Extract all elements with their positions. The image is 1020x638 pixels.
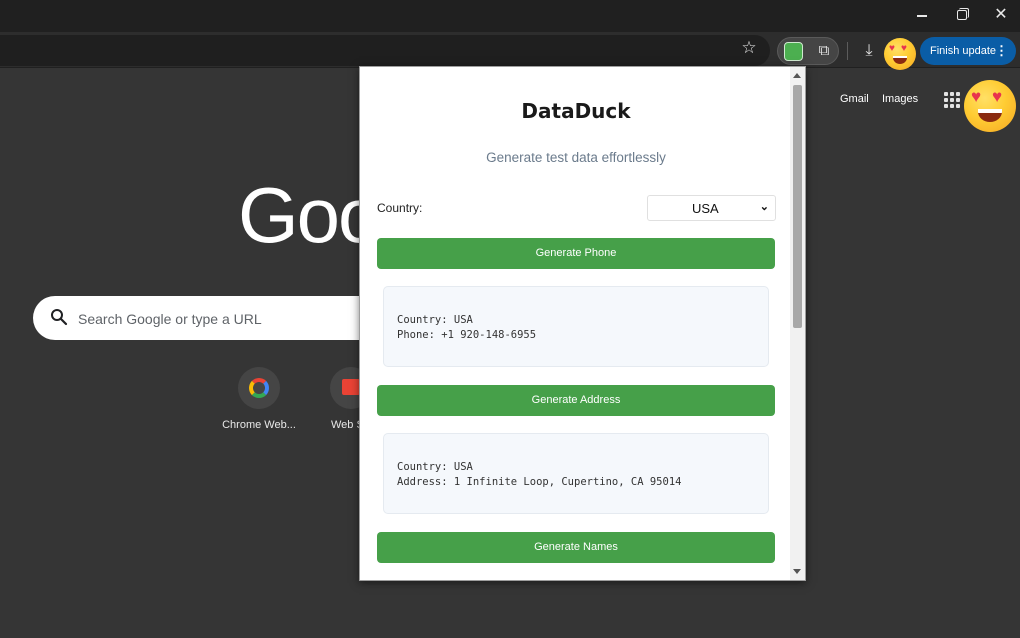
result-line: Address: 1 Infinite Loop, Cupertino, CA … (397, 476, 682, 488)
chevron-down-icon: ⌄ (759, 201, 769, 213)
images-link[interactable]: Images (882, 93, 918, 105)
search-icon (51, 309, 68, 326)
google-search-box[interactable]: Search Google or type a URL (33, 296, 413, 340)
popup-scrollbar[interactable] (790, 67, 805, 580)
result-line: Phone: +1 920-148-6955 (397, 329, 537, 341)
title-bar: ✕ (0, 0, 1020, 32)
bookmark-star-icon[interactable]: ☆ (738, 37, 760, 59)
account-avatar[interactable]: ♥ ♥ (964, 80, 1016, 132)
browser-toolbar: ☆ ⧉ ⤓ Finish update ⋮ (0, 32, 1020, 68)
kebab-menu-icon: ⋮ (995, 43, 1008, 58)
close-window-button[interactable]: ✕ (989, 4, 1013, 26)
heart-eye-icon: ♥ (971, 87, 982, 106)
scroll-thumb[interactable] (793, 85, 802, 328)
minimize-icon (917, 15, 927, 17)
finish-update-button[interactable]: Finish update ⋮ (920, 37, 1016, 65)
country-label: Country: (377, 201, 423, 215)
scroll-down-arrow-icon[interactable] (793, 569, 801, 574)
phone-result-box: Country: USA Phone: +1 920-148-6955 (383, 286, 769, 367)
generate-names-button[interactable]: Generate Names (377, 532, 775, 563)
shortcut-tile[interactable]: Chrome Web... (214, 367, 304, 431)
dataduck-popup: DataDuck Generate test data effortlessly… (359, 66, 806, 581)
search-placeholder: Search Google or type a URL (78, 311, 262, 327)
address-bar[interactable] (0, 35, 770, 66)
heart-eye-icon: ♥ (901, 43, 907, 54)
close-icon: ✕ (994, 6, 1008, 23)
country-select[interactable]: USA ⌄ (647, 195, 776, 221)
extensions-group: ⧉ (777, 37, 839, 65)
popup-title: DataDuck (521, 99, 631, 123)
result-line: Country: USA (397, 314, 473, 326)
apps-grid-icon[interactable] (942, 90, 960, 108)
gmail-link[interactable]: Gmail (840, 93, 869, 105)
generate-phone-button[interactable]: Generate Phone (377, 238, 775, 269)
generate-address-button[interactable]: Generate Address (377, 385, 775, 416)
puzzle-icon[interactable]: ⧉ (814, 41, 834, 61)
toolbar-divider (847, 42, 848, 60)
profile-avatar[interactable]: ♥ ♥ (884, 38, 916, 70)
popup-subtitle: Generate test data effortlessly (486, 150, 666, 165)
dataduck-extension-icon[interactable] (784, 42, 803, 61)
shortcut-icon-circle (238, 367, 280, 409)
smile-icon (978, 109, 1002, 122)
google-g-icon (249, 378, 269, 398)
restore-button[interactable] (950, 4, 974, 26)
heart-eye-icon: ♥ (992, 87, 1003, 106)
heart-eye-icon: ♥ (889, 43, 895, 54)
download-icon[interactable]: ⤓ (859, 40, 879, 62)
shortcut-label: Chrome Web... (222, 419, 296, 431)
scroll-up-arrow-icon[interactable] (793, 73, 801, 78)
finish-update-label: Finish update (930, 45, 997, 57)
country-selected-value: USA (692, 201, 719, 216)
result-line: Country: USA (397, 461, 473, 473)
minimize-button[interactable] (910, 4, 934, 26)
web-store-icon (342, 379, 360, 395)
address-result-box: Country: USA Address: 1 Infinite Loop, C… (383, 433, 769, 514)
smile-icon (893, 56, 907, 64)
